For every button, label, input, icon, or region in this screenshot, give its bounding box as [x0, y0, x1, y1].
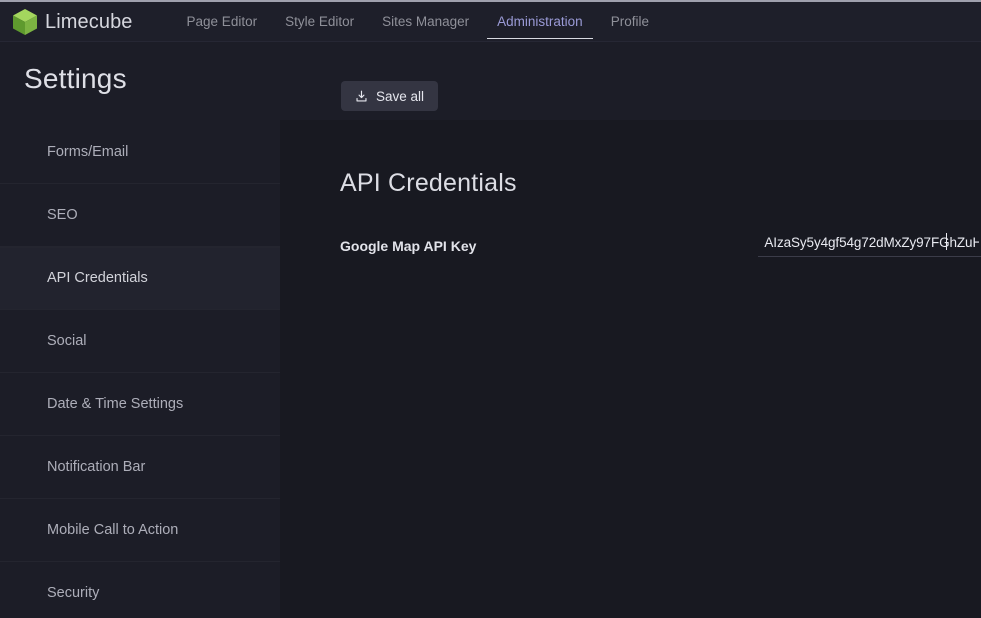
green-cube-icon	[13, 8, 37, 35]
nav-item-sites-manager[interactable]: Sites Manager	[368, 2, 483, 41]
sidebar-item-seo[interactable]: SEO	[0, 184, 280, 247]
nav-item-profile[interactable]: Profile	[597, 2, 663, 41]
sidebar-item-api-credentials[interactable]: API Credentials	[0, 246, 280, 310]
sidebar-item-social[interactable]: Social	[0, 310, 280, 373]
sidebar-item-security[interactable]: Security	[0, 562, 280, 618]
main-content: Save all API Credentials Google Map API …	[280, 43, 981, 618]
sidebar-item-notification-bar[interactable]: Notification Bar	[0, 436, 280, 499]
brand-name: Limecube	[45, 10, 133, 33]
nav-item-page-editor[interactable]: Page Editor	[173, 2, 272, 41]
google-map-api-key-label: Google Map API Key	[340, 237, 477, 254]
settings-sidebar: Settings Forms/Email SEO API Credentials…	[0, 43, 280, 618]
google-map-api-key-row: Google Map API Key	[340, 229, 981, 257]
brand-logo[interactable]: Limecube	[12, 2, 133, 41]
nav-items: Page Editor Style Editor Sites Manager A…	[173, 2, 663, 41]
save-all-label: Save all	[376, 88, 425, 104]
sidebar-item-forms-email[interactable]: Forms/Email	[0, 121, 280, 184]
page-title: Settings	[24, 63, 127, 94]
google-map-api-key-input-wrap	[758, 229, 981, 257]
content-toolbar: Save all	[280, 43, 981, 120]
api-credentials-panel: API Credentials Google Map API Key	[280, 120, 981, 618]
nav-item-style-editor[interactable]: Style Editor	[271, 2, 368, 41]
download-save-icon	[356, 90, 367, 102]
nav-item-administration[interactable]: Administration	[483, 2, 597, 41]
save-all-button[interactable]: Save all	[341, 81, 439, 111]
google-map-api-key-input[interactable]	[758, 229, 981, 257]
sidebar-item-date-time-settings[interactable]: Date & Time Settings	[0, 373, 280, 436]
top-navigation-bar: Limecube Page Editor Style Editor Sites …	[0, 2, 981, 42]
sidebar-item-mobile-call-to-action[interactable]: Mobile Call to Action	[0, 499, 280, 562]
section-title: API Credentials	[340, 169, 517, 197]
text-caret	[946, 232, 948, 250]
sidebar-menu: Forms/Email SEO API Credentials Social D…	[0, 121, 280, 618]
